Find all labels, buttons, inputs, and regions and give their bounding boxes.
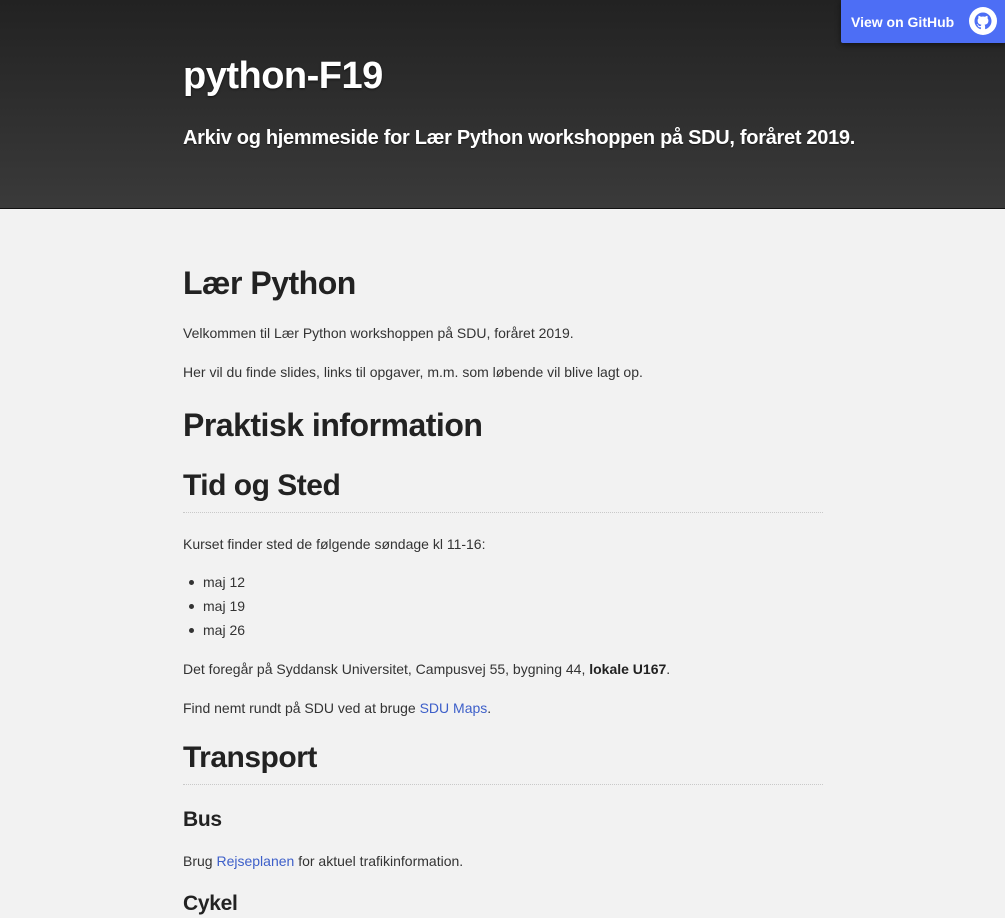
heading-praktisk-information: Praktisk information [183,407,483,443]
welcome-paragraph: Velkommen til Lær Python workshoppen på … [183,325,574,341]
github-octocat-icon [969,7,997,35]
location-paragraph: Det foregår på Syddansk Universitet, Cam… [183,659,670,679]
bus-paragraph: Brug Rejseplanen for aktuel trafikinform… [183,851,463,871]
location-end: . [666,661,671,677]
bus-text: Brug [183,853,217,869]
maps-paragraph: Find nemt rundt på SDU ved at bruge SDU … [183,698,491,718]
heading-cykel: Cykel [183,892,238,915]
list-item: maj 12 [183,570,245,594]
heading-tid-og-sted: Tid og Sted [183,469,341,502]
site-title: python-F19 [183,55,383,97]
slides-paragraph: Her vil du finde slides, links til opgav… [183,364,643,380]
rejseplanen-link[interactable]: Rejseplanen [216,853,294,869]
site-header: View on GitHub python-F19 Arkiv og hjemm… [0,0,1005,209]
heading-transport: Transport [183,741,317,774]
heading-laer-python: Lær Python [183,265,356,301]
view-on-github-button[interactable]: View on GitHub [841,0,1005,43]
maps-end: . [487,700,492,716]
sdu-maps-link[interactable]: SDU Maps [420,700,488,716]
room-label: lokale U167 [589,661,667,677]
location-text: Det foregår på Syddansk Universitet, Cam… [183,661,590,677]
view-on-github-label: View on GitHub [851,13,955,30]
site-description: Arkiv og hjemmeside for Lær Python works… [183,127,855,149]
section-divider [183,512,823,513]
dates-list: maj 12 maj 19 maj 26 [183,570,245,642]
section-divider [183,784,823,785]
maps-text: Find nemt rundt på SDU ved at bruge [183,700,420,716]
bus-end: for aktuel trafikinformation. [294,853,464,869]
heading-bus: Bus [183,808,222,831]
list-item: maj 26 [183,618,245,642]
list-item: maj 19 [183,594,245,618]
course-dates-intro: Kurset finder sted de følgende søndage k… [183,536,486,552]
